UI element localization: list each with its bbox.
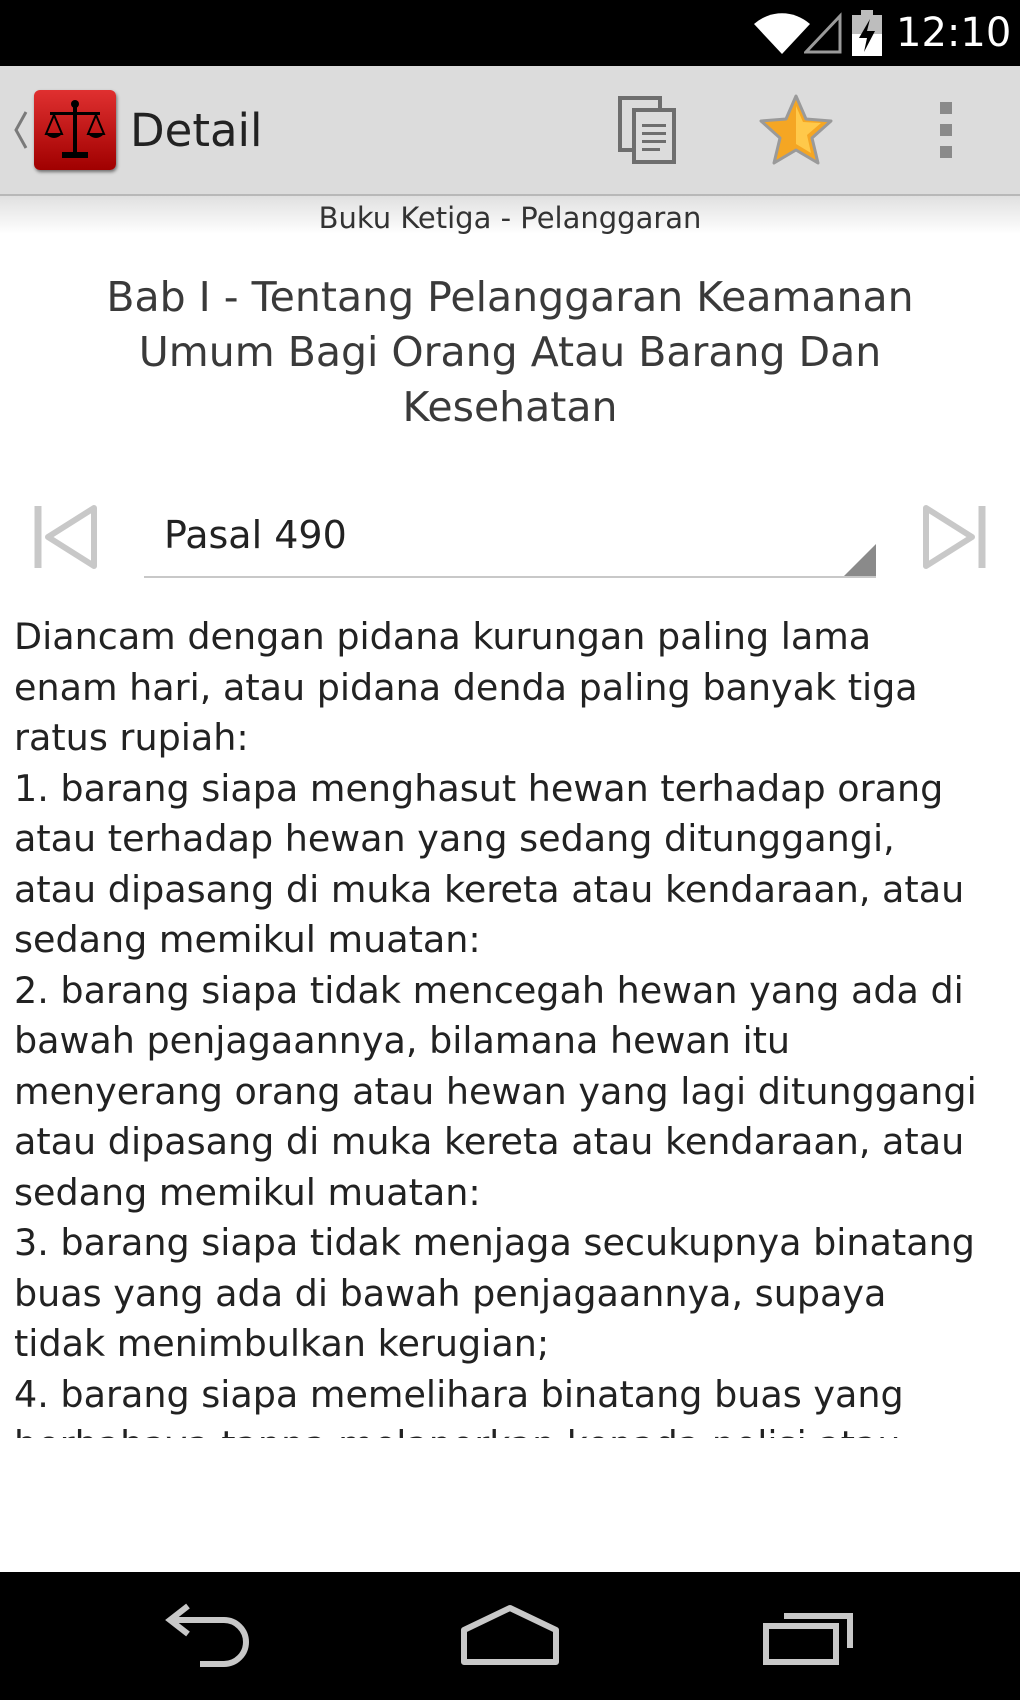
article-line: berbahaya tanpa melaporkan kepada polisi…: [14, 1420, 1014, 1438]
screen: 12:10 Detail Buku Ketiga - Pelanggaran B…: [0, 0, 1020, 1700]
action-bar-title: Detail: [130, 104, 263, 157]
signal-icon: [802, 12, 842, 54]
next-pasal-button[interactable]: [920, 502, 988, 572]
article-line: atau terhadap hewan yang sedang ditungga…: [14, 817, 895, 860]
copy-button[interactable]: [608, 90, 688, 170]
home-button[interactable]: [458, 1600, 562, 1672]
home-icon: [461, 1605, 559, 1665]
article-line: 1. barang siapa menghasut hewan terhadap…: [14, 766, 944, 810]
status-clock: 12:10: [896, 10, 1012, 56]
overflow-menu-button[interactable]: [906, 90, 986, 170]
article-line: sedang memikul muatan:: [14, 918, 481, 961]
article-line: Diancam dengan pidana kurungan paling la…: [14, 615, 872, 658]
article-line: atau dipasang di muka kereta atau kendar…: [14, 1120, 965, 1163]
article-line: tidak menimbulkan kerugian;: [14, 1322, 550, 1365]
overflow-menu-icon: [940, 102, 952, 158]
article-body: Diancam dengan pidana kurungan paling la…: [14, 612, 1014, 1438]
battery-charging-icon: [852, 10, 882, 56]
article-line: bawah penjagaannya, bilamana hewan itu: [14, 1019, 791, 1062]
recent-apps-button[interactable]: [760, 1600, 864, 1672]
previous-pasal-button[interactable]: [32, 502, 100, 572]
scales-of-justice-icon: [44, 100, 106, 158]
article-line: atau dipasang di muka kereta atau kendar…: [14, 867, 965, 911]
system-navigation-bar: [0, 1572, 1020, 1700]
pasal-navigation: Pasal 490: [0, 494, 1020, 580]
app-icon[interactable]: [34, 90, 116, 170]
star-icon: [759, 94, 833, 165]
book-title: Buku Ketiga - Pelanggaran: [318, 201, 702, 235]
up-navigation-icon[interactable]: [10, 108, 30, 152]
skip-next-icon: [923, 505, 986, 569]
back-button[interactable]: [160, 1600, 264, 1672]
skip-previous-icon: [34, 505, 97, 569]
article-line: sedang memikul muatan:: [14, 1170, 481, 1214]
status-bar: 12:10: [0, 0, 1020, 66]
pasal-dropdown-value: Pasal 490: [164, 513, 347, 557]
wifi-icon: [752, 10, 812, 56]
article-line: 3. barang siapa tidak menjaga secukupnya…: [14, 1221, 975, 1264]
back-icon: [165, 1603, 249, 1667]
recent-apps-icon: [763, 1613, 853, 1665]
article-line: buas yang ada di bawah penjagaannya, sup…: [14, 1271, 887, 1315]
article-line: enam hari, atau pidana denda paling bany…: [14, 665, 918, 709]
article-line: menyerang orang atau hewan yang lagi dit…: [14, 1069, 977, 1113]
chapter-title: Bab I - Tentang Pelanggaran Keamanan Umu…: [106, 273, 914, 431]
action-bar: Detail: [0, 66, 1020, 196]
article-line: 4. barang siapa memelihara binatang buas…: [14, 1372, 904, 1416]
article-line: ratus rupiah:: [14, 716, 249, 759]
article-line: 2. barang siapa tidak mencegah hewan yan…: [14, 968, 964, 1012]
copy-icon: [618, 96, 676, 164]
dropdown-triangle-icon: [844, 544, 876, 576]
favorite-button[interactable]: [756, 90, 836, 170]
pasal-dropdown[interactable]: Pasal 490: [144, 494, 876, 578]
